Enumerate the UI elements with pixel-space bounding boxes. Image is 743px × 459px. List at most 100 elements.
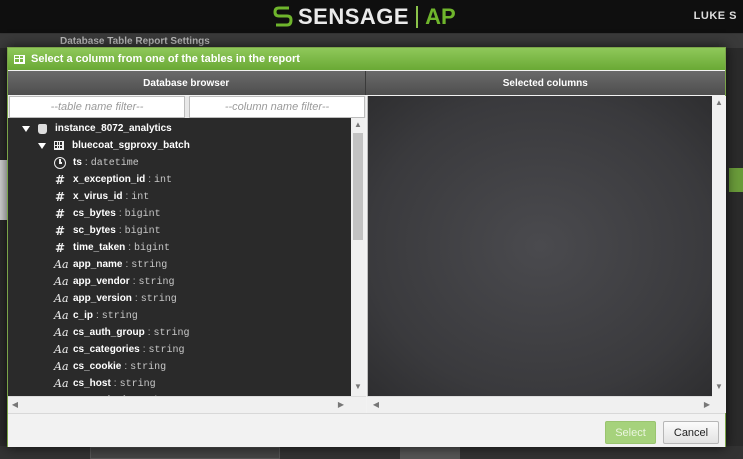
tree-field-node[interactable]: # time_taken: bigint [54,239,170,256]
type-separator: : [148,173,152,185]
field-name: cs_cookie [73,361,122,372]
field-name: sc_bytes [73,225,116,236]
tree-field-node[interactable]: Aa app_name: string [54,256,167,273]
scroll-left-arrow-icon[interactable]: ◀ [369,400,383,410]
field-type: string [140,293,177,305]
scroll-down-arrow-icon[interactable]: ▼ [351,382,365,392]
tree-field-node[interactable]: Aa app_version: string [54,290,177,307]
field-type: string [130,361,167,373]
tree-field-node[interactable]: Aa c_ip: string [54,307,138,324]
field-name: cs_host [73,378,111,389]
type-separator: : [147,326,151,338]
field-name: app_name [73,259,123,270]
field-type: int [131,191,150,203]
tree-field-node[interactable]: Aa cs_host: string [54,375,156,392]
field-name: cs_categories [73,344,140,355]
type-separator: : [84,156,88,168]
tree-field-node[interactable]: ts: datetime [54,154,139,171]
tree-horizontal-scrollbar[interactable]: ◀ ▶ [8,396,366,413]
scroll-down-arrow-icon[interactable]: ▼ [712,382,726,392]
field-name: x_virus_id [73,191,123,202]
hash-icon: # [54,206,66,221]
type-separator: : [125,258,129,270]
type-separator: : [132,275,136,287]
expand-caret-icon[interactable] [22,125,30,132]
field-type-wrapper: :string [135,293,177,305]
column-name-filter-input[interactable] [189,96,365,118]
field-type-wrapper: :string [143,344,185,356]
background-panel-accent [729,168,743,192]
background-subbar: Database Table Report Settings [0,34,743,48]
tree-field-node[interactable]: # x_virus_id: int [54,188,149,205]
field-type-wrapper: : bigint [128,242,170,254]
field-type-wrapper: : datetime [85,157,139,169]
text-type-icon: Aa [54,258,69,271]
field-type: string [153,327,190,339]
tree-field-node[interactable]: # x_exception_id: int [54,171,172,188]
dialog-header[interactable]: Select a column from one of the tables i… [8,48,725,70]
field-name: x_exception_id [73,174,146,185]
hash-icon: # [54,189,66,204]
tree-field-node[interactable]: Aa app_vendor: string [54,273,174,290]
column-headers: Database browser Selected columns [8,71,725,95]
dialog-title: Select a column from one of the tables i… [31,53,300,65]
text-type-icon: Aa [54,360,69,373]
database-browser-header: Database browser [8,71,366,95]
user-menu[interactable]: LUKE S [694,10,737,22]
field-type-wrapper: :string [96,310,138,322]
scroll-left-arrow-icon[interactable]: ◀ [8,400,22,410]
cancel-button[interactable]: Cancel [663,421,719,444]
tree-field-node[interactable]: Aa cs_auth_group: string [54,324,189,341]
scroll-up-arrow-icon[interactable]: ▲ [351,120,365,130]
scroll-right-arrow-icon[interactable]: ▶ [334,400,348,410]
field-name: time_taken [73,242,126,253]
scrollbar-corner [712,396,726,413]
selected-horizontal-scrollbar[interactable]: ◀ ▶ [367,396,712,413]
tree-table-node[interactable]: bluecoat_sgproxy_batch [38,137,190,154]
field-type: string [148,344,185,356]
tree-field-node[interactable]: # cs_bytes: bigint [54,205,161,222]
field-name: app_version [73,293,132,304]
type-separator: : [118,207,122,219]
app-topbar: SENSAGE AP LUKE S [0,0,743,34]
clock-icon [54,156,66,169]
tree-field-node[interactable]: # sc_bytes: bigint [54,222,161,239]
field-type-wrapper: :string [124,361,166,373]
field-type-wrapper: :string [148,327,190,339]
scroll-up-arrow-icon[interactable]: ▲ [712,98,726,108]
sensage-logo-icon [273,6,293,27]
field-type: datetime [90,157,139,169]
field-type-wrapper: :string [125,259,167,271]
table-name-filter-input[interactable] [9,96,185,118]
field-type-wrapper: : int [125,191,149,203]
type-separator: : [124,360,128,372]
field-type: bigint [124,225,161,237]
select-button[interactable]: Select [605,421,656,444]
background-title: Database Table Report Settings [60,36,210,47]
type-separator: : [96,309,99,321]
scrollbar-thumb[interactable] [353,133,363,240]
hash-icon: # [54,223,66,238]
brand-separator [416,6,419,28]
selected-columns-area[interactable] [367,96,712,396]
selected-vertical-scrollbar[interactable]: ▲ ▼ [712,96,726,396]
type-separator: : [125,190,129,202]
tree-field-node[interactable]: Aa cs_cookie: string [54,358,166,375]
type-separator: : [134,292,138,304]
table-icon [54,141,64,150]
tree-vertical-scrollbar[interactable]: ▲ ▼ [351,118,365,396]
background-field [90,447,280,459]
database-icon [38,123,47,134]
field-type-wrapper: : int [148,174,172,186]
expand-caret-icon[interactable] [38,142,46,149]
brand-name: SENSAGE [298,4,410,29]
table-name: bluecoat_sgproxy_batch [72,140,190,151]
tree-database-node[interactable]: instance_8072_analytics [22,120,172,137]
text-type-icon: Aa [54,326,69,339]
selected-columns-header: Selected columns [365,71,725,95]
text-type-icon: Aa [54,309,69,322]
filter-row [8,96,366,118]
tree-field-node[interactable]: Aa cs_categories: string [54,341,185,358]
column-select-dialog: Select a column from one of the tables i… [7,47,726,447]
field-type: string [101,310,138,322]
